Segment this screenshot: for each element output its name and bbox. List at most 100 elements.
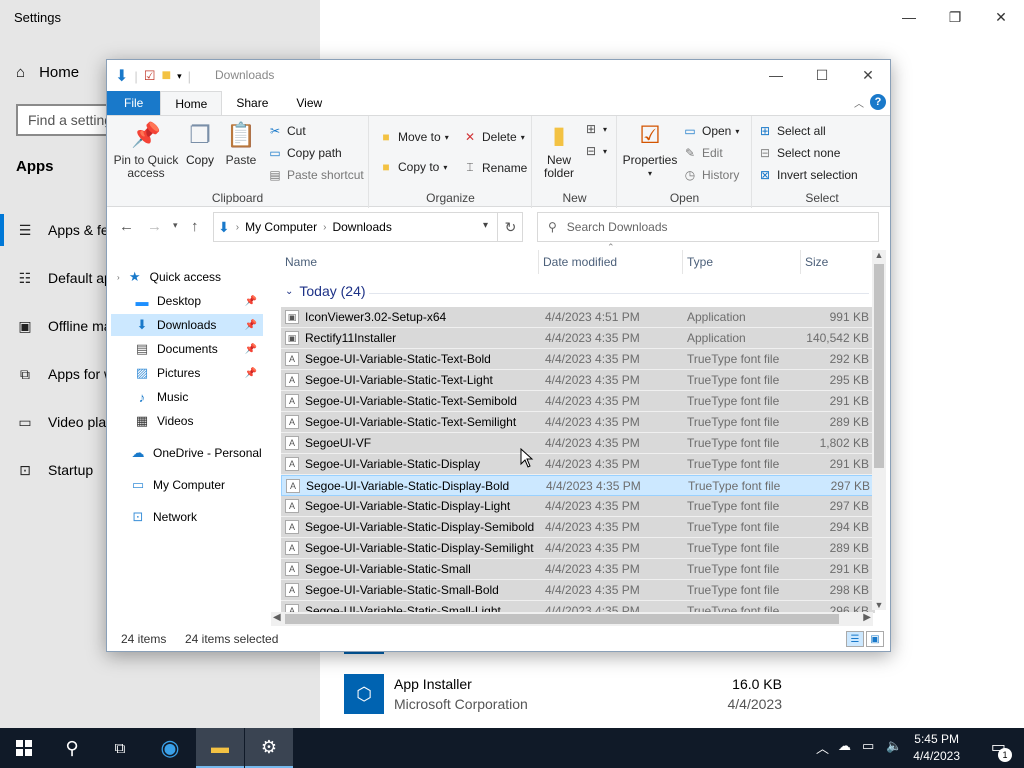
tab-file[interactable]: File xyxy=(107,91,161,115)
pin-icon: 📌 xyxy=(244,367,257,379)
table-row[interactable]: A Segoe-UI-Variable-Static-Display-Bold 4/… xyxy=(281,475,875,496)
new-item-button[interactable]: ⊞ ▾ xyxy=(583,122,607,136)
large-icons-view-icon[interactable]: ▣ xyxy=(866,631,884,647)
table-row[interactable]: ▣ Rectify11Installer 4/4/2023 4:35 PM Appli… xyxy=(281,328,875,349)
address-dropdown-icon[interactable]: ▾ xyxy=(483,220,488,231)
rename-button[interactable]: ⌶ Rename xyxy=(462,160,527,175)
settings-minimize-button[interactable]: — xyxy=(886,4,932,30)
move-to-button[interactable]: ■ Move to ▾ xyxy=(378,130,448,144)
search-taskbar-button[interactable]: ⚲ xyxy=(48,728,96,768)
group-header-today[interactable]: ⌄ Today (24) xyxy=(285,283,869,299)
table-row[interactable]: ▣ IconViewer3.02-Setup-x64 4/4/2023 4:51 P… xyxy=(281,307,875,328)
nav-pictures[interactable]: ▨ Pictures 📌 xyxy=(133,362,263,384)
table-row[interactable]: A SegoeUI-VF 4/4/2023 4:35 PM TrueType font… xyxy=(281,433,875,454)
start-button[interactable] xyxy=(0,728,48,768)
explorer-titlebar[interactable]: ⬇ | ☑ ■ ▾ | Downloads — ☐ ✕ xyxy=(107,60,890,90)
nav-onedrive[interactable]: ☁ OneDrive - Personal xyxy=(129,442,262,464)
breadcrumb-downloads[interactable]: Downloads xyxy=(332,220,391,234)
network-tray-icon[interactable]: ▭ xyxy=(862,738,874,754)
delete-button[interactable]: ✕ Delete ▾ xyxy=(462,130,525,144)
up-button[interactable]: ↑ xyxy=(191,218,199,235)
scroll-left-icon[interactable]: ◀ xyxy=(273,612,281,623)
back-button[interactable]: ← xyxy=(119,218,134,235)
minimize-button[interactable]: — xyxy=(753,60,799,90)
pin-quick-access-button[interactable]: 📌 Pin to Quick access xyxy=(113,120,179,180)
table-row[interactable]: A Segoe-UI-Variable-Static-Text-Semilight… xyxy=(281,412,875,433)
file-explorer-taskbar-button[interactable]: ▬ xyxy=(196,728,244,768)
select-all-button[interactable]: ⊞ Select all xyxy=(757,124,826,138)
vertical-scrollbar[interactable]: ▲ ▼ xyxy=(872,250,886,610)
nav-desktop[interactable]: ▬ Desktop 📌 xyxy=(133,290,263,312)
table-row[interactable]: A Segoe-UI-Variable-Static-Display-Semili… xyxy=(281,538,875,559)
table-row[interactable]: A Segoe-UI-Variable-Static-Text-Light 4/4/… xyxy=(281,370,875,391)
select-none-button[interactable]: ⊟ Select none xyxy=(757,146,840,160)
breadcrumb-my-computer[interactable]: My Computer xyxy=(245,220,317,234)
settings-taskbar-button[interactable]: ⚙ xyxy=(245,728,293,768)
close-button[interactable]: ✕ xyxy=(845,60,890,90)
copy-path-button[interactable]: ▭ Copy path xyxy=(267,146,341,160)
paste-shortcut-button[interactable]: ▤ Paste shortcut xyxy=(267,168,363,182)
scroll-up-icon[interactable]: ▲ xyxy=(872,250,886,260)
settings-maximize-button[interactable]: ❐ xyxy=(932,4,978,30)
table-row[interactable]: A Segoe-UI-Variable-Static-Text-Bold 4/4/2… xyxy=(281,349,875,370)
history-button[interactable]: ◷ History xyxy=(682,168,740,182)
paste-button[interactable]: 📋 Paste xyxy=(223,120,259,167)
mouse-cursor-icon xyxy=(520,448,534,468)
nav-network[interactable]: ⊡ Network xyxy=(129,506,197,528)
nav-music[interactable]: ♪ Music xyxy=(133,386,189,408)
scroll-down-icon[interactable]: ▼ xyxy=(872,600,886,610)
chevron-up-icon[interactable]: ︿ xyxy=(816,738,829,757)
new-folder-button[interactable]: ▮ New folder xyxy=(537,120,581,180)
refresh-button[interactable]: ↻ xyxy=(497,212,523,242)
table-row[interactable]: A Segoe-UI-Variable-Static-Small-Bold 4/4/… xyxy=(281,580,875,601)
onedrive-cloud-icon[interactable]: ☁ xyxy=(838,738,851,754)
invert-selection-button[interactable]: ⊠ Invert selection xyxy=(757,168,858,182)
horizontal-scrollbar[interactable]: ◀ ▶ xyxy=(271,612,873,626)
column-type[interactable]: Type xyxy=(683,250,801,274)
tab-share[interactable]: Share xyxy=(222,91,282,115)
properties-button[interactable]: ☑ Properties ▾ xyxy=(622,120,678,180)
recent-locations-button[interactable]: ▾ xyxy=(173,220,178,231)
table-row[interactable]: A Segoe-UI-Variable-Static-Text-Semibold 4… xyxy=(281,391,875,412)
settings-close-button[interactable]: ✕ xyxy=(978,4,1024,30)
column-size[interactable]: Size xyxy=(801,250,871,274)
table-row[interactable]: A Segoe-UI-Variable-Static-Display-Semibo… xyxy=(281,517,875,538)
easy-access-button[interactable]: ⊟ ▾ xyxy=(583,144,607,158)
new-folder-icon[interactable]: ■ xyxy=(161,67,171,85)
column-name[interactable]: Name xyxy=(281,250,539,274)
ribbon-collapse-icon[interactable]: ︿ xyxy=(854,95,864,110)
nav-my-computer[interactable]: ▭ My Computer xyxy=(129,474,225,496)
maximize-button[interactable]: ☐ xyxy=(799,60,845,90)
details-view-icon[interactable]: ☰ xyxy=(846,631,864,647)
copy-button[interactable]: ❐ Copy xyxy=(183,120,217,167)
search-box[interactable]: ⚲ Search Downloads xyxy=(537,212,879,242)
tab-view[interactable]: View xyxy=(282,91,336,115)
copy-to-button[interactable]: ■ Copy to ▾ xyxy=(378,160,447,174)
help-icon[interactable]: ? xyxy=(870,94,886,110)
address-bar[interactable]: ⬇ › My Computer › Downloads ▾ xyxy=(213,212,523,242)
task-view-button[interactable]: ⧉ xyxy=(96,728,144,768)
volume-icon[interactable]: 🔈 xyxy=(886,738,902,754)
forward-button[interactable]: → xyxy=(147,218,162,235)
nav-videos[interactable]: ▦ Videos xyxy=(133,410,194,432)
clock[interactable]: 5:45 PM 4/4/2023 xyxy=(913,731,960,765)
edit-button[interactable]: ✎ Edit xyxy=(682,146,723,160)
nav-downloads[interactable]: ⬇ Downloads 📌 xyxy=(111,314,263,336)
tab-home[interactable]: Home xyxy=(160,91,223,115)
nav-documents[interactable]: ▤ Documents 📌 xyxy=(133,338,263,360)
nav-quick-access[interactable]: › ★ Quick access xyxy=(117,266,221,288)
horizontal-scroll-thumb[interactable] xyxy=(285,614,839,624)
scroll-right-icon[interactable]: ▶ xyxy=(863,612,871,623)
vertical-scroll-thumb[interactable] xyxy=(874,264,884,468)
table-row[interactable]: A Segoe-UI-Variable-Static-Display 4/4/202… xyxy=(281,454,875,475)
column-date-modified[interactable]: Date modified xyxy=(539,250,683,274)
app-list-item[interactable]: ⬡ App Installer Microsoft Corporation 16… xyxy=(344,674,784,718)
edge-button[interactable]: ◉ xyxy=(146,728,194,768)
qat-dropdown-icon[interactable]: ▾ xyxy=(177,71,182,82)
open-button[interactable]: ▭ Open ▾ xyxy=(682,124,739,138)
table-row[interactable]: A Segoe-UI-Variable-Static-Display-Light 4… xyxy=(281,496,875,517)
cut-button[interactable]: ✂ Cut xyxy=(267,124,306,138)
properties-check-icon[interactable]: ☑ xyxy=(144,68,156,84)
table-row[interactable]: A Segoe-UI-Variable-Static-Small 4/4/2023 … xyxy=(281,559,875,580)
settings-home-link[interactable]: ⌂ Home xyxy=(16,64,79,81)
